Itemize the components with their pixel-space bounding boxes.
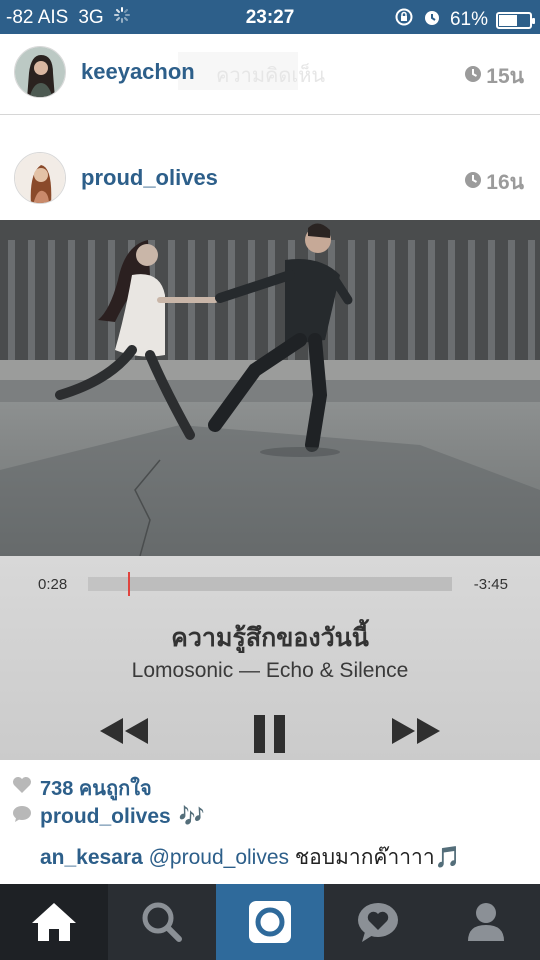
likes-row[interactable]: 738 คนถูกใจ [12, 772, 152, 804]
activity-heart-icon [358, 903, 398, 942]
tab-camera[interactable] [216, 884, 324, 960]
post-header-proud-olives[interactable]: proud_olives 16น [0, 140, 540, 220]
progress-scrubber[interactable] [128, 572, 131, 596]
ghost-text: ความคิดเห็น [216, 65, 326, 87]
tab-explore[interactable] [108, 884, 216, 960]
tab-activity[interactable] [324, 884, 432, 960]
home-icon [32, 903, 76, 941]
status-bar: -82 AIS 3G 23:27 61% [0, 0, 540, 34]
rewind-icon [100, 718, 148, 744]
post-header-keeyachon[interactable]: ความคิดเห็น keeyachon 15น [0, 34, 540, 114]
rotation-lock-icon [394, 7, 414, 33]
search-icon [142, 902, 182, 942]
post-time: 15น [464, 60, 524, 93]
post-time: 16น [464, 166, 524, 199]
tab-home[interactable] [0, 884, 108, 960]
clock-icon [464, 65, 482, 89]
divider [0, 114, 540, 115]
caption-row: proud_olives 🎶 [12, 805, 205, 829]
music-player: 0:28 -3:45 ความรู้สึกของวันนี้ Lomosonic… [0, 556, 540, 760]
caption-username[interactable]: proud_olives [40, 805, 171, 829]
speech-bubble-icon [12, 805, 32, 829]
clock-icon [464, 171, 482, 195]
tab-bar [0, 884, 540, 960]
progress-track[interactable] [88, 572, 452, 596]
pause-icon [254, 715, 285, 753]
battery-percent: 61% [449, 9, 488, 30]
comment: an_kesara @proud_olives ชอบมากค๊าาาา🎵 [40, 841, 461, 874]
fast-forward-icon [392, 718, 440, 744]
remaining-time: -3:45 [473, 576, 508, 593]
battery-icon [496, 11, 535, 29]
comment-mention[interactable]: @proud_olives [149, 846, 289, 869]
song-artist: Lomosonic — Echo & Silence [131, 659, 409, 682]
tab-profile[interactable] [432, 884, 540, 960]
avatar[interactable] [14, 152, 66, 204]
post-photo[interactable] [0, 220, 540, 556]
progress-fill [88, 577, 129, 591]
pause-button[interactable] [253, 714, 287, 759]
profile-icon [468, 903, 504, 941]
battery-level [499, 14, 518, 26]
likes-count[interactable]: 738 คนถูกใจ [40, 772, 152, 804]
alarm-icon [422, 7, 442, 33]
comment-text: ชอบมากค๊าาาา🎵 [294, 846, 461, 869]
caption-text: 🎶 [178, 805, 205, 828]
username[interactable]: keeyachon [81, 59, 195, 85]
rewind-button[interactable] [98, 716, 150, 751]
username[interactable]: proud_olives [81, 165, 218, 191]
song-title: ความรู้สึกของวันนี้ [171, 624, 369, 652]
heart-icon [12, 776, 32, 800]
camera-icon [249, 901, 291, 943]
forward-button[interactable] [390, 716, 442, 751]
avatar[interactable] [14, 46, 66, 98]
elapsed-time: 0:28 [38, 576, 68, 593]
comment-username[interactable]: an_kesara [40, 846, 143, 869]
post-time-label: 15น [486, 65, 524, 88]
post-time-label: 16น [486, 171, 524, 194]
